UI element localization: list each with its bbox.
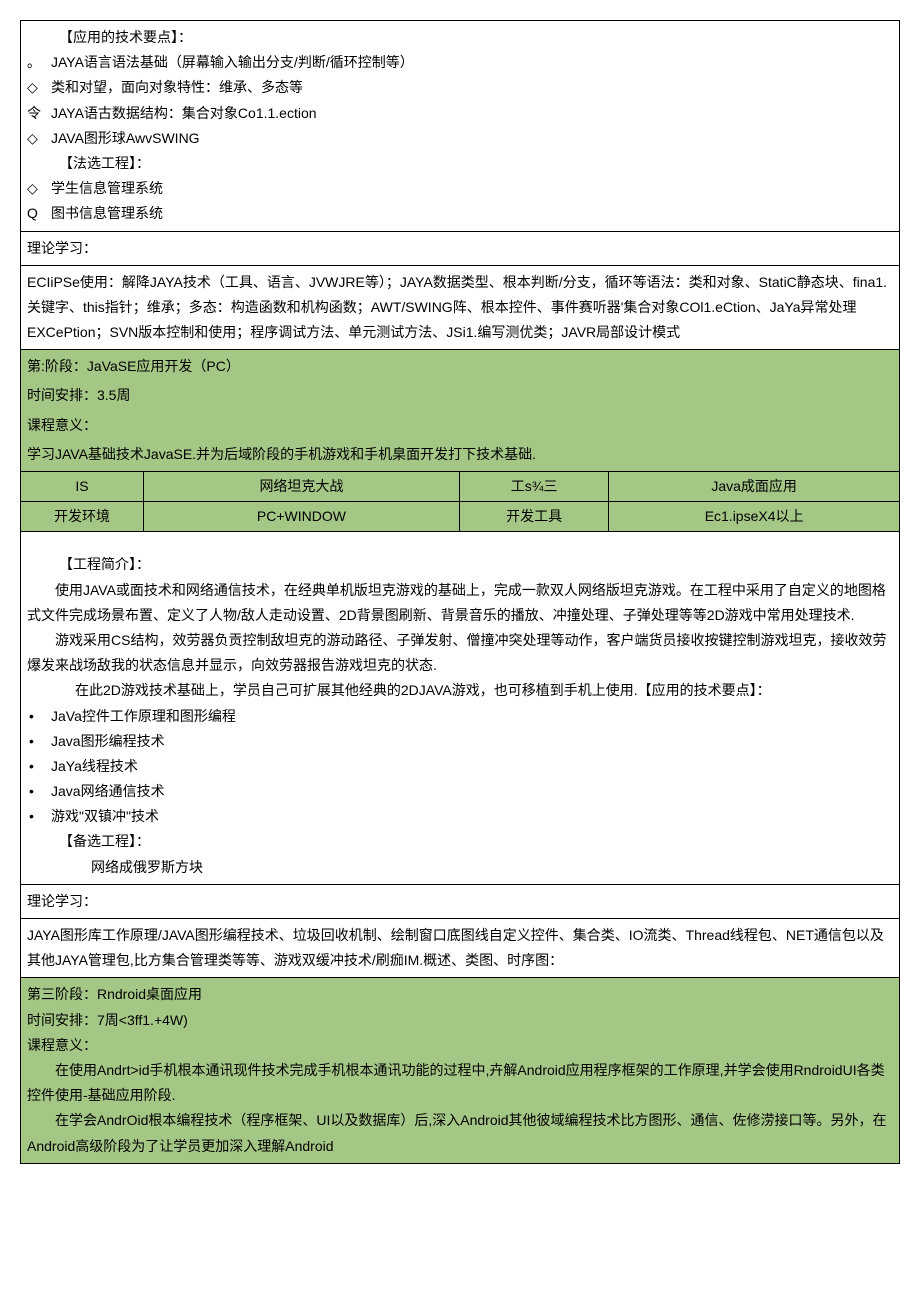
list-text: JAVA图形球AwvSWING: [51, 126, 200, 151]
cell-tool-label: 开发工具: [460, 502, 609, 531]
section-theory-body-2: JAYA图形库工作原理/JAVA图形编程技术、垃圾回收机制、绘制窗口底图线自定义…: [21, 919, 899, 978]
cell-java-app: Java成面应用: [609, 472, 899, 501]
list-item: 令JAYA语古数据结构：集合对象Co1.1.ection: [27, 101, 893, 126]
list-text: Java网络通信技术: [51, 779, 165, 804]
list-item: ◇类和对望，面向对象特性：维承、多态等: [27, 75, 893, 100]
paragraph: 在学会AndrOid根本编程技术（程序框架、UI以及数据库）后,深入Androi…: [27, 1108, 893, 1158]
list-item: 。JAYA语言语法基础（屏幕输入输出分支/判断/循环控制等）: [27, 50, 893, 75]
section-theory-heading: 理论学习：: [21, 232, 899, 266]
section-project-intro: 【工程简介】： 使用JAVA或面技术和网络通信技术，在经典单机版坦克游戏的基础上…: [21, 532, 899, 884]
list-item: •JaVa控件工作原理和图形编程: [27, 704, 893, 729]
section-theory-body: ECIiPSe使用：解降JAYA技术（工具、语言、JVWJRE等）；JAYA数据…: [21, 266, 899, 351]
list-text: 图书信息管理系统: [51, 201, 163, 226]
list-text: JaVa控件工作原理和图形编程: [51, 704, 236, 729]
list-item: •Java网络通信技术: [27, 779, 893, 804]
section-phase-android: 第三阶段：Rndroid桌面应用 时间安排：7周<3ff1.+4W) 课程意义：…: [21, 978, 899, 1162]
list-item: ◇学生信息管理系统: [27, 176, 893, 201]
list-text: 学生信息管理系统: [51, 176, 163, 201]
phase-meaning-label: 课程意义：: [21, 413, 899, 442]
heading-project-intro: 【工程简介】：: [27, 552, 893, 577]
backup-text: 网络成俄罗斯方块: [27, 855, 893, 880]
list-item: •JaYa线程技术: [27, 754, 893, 779]
bullet-diamond-icon: ◇: [27, 75, 51, 100]
heading-alt-project: 【法选工程】：: [27, 151, 893, 176]
section-phase-javase: 第:阶段：JaVaSE应用开发（PC） 时间安排：3.5周 课程意义： 学习JA…: [21, 350, 899, 532]
cell-tank: 网络坦克大战: [144, 472, 460, 501]
cell-is: IS: [21, 472, 144, 501]
phase-meaning-text: 学习JAVA基础技术JavaSE.并为后域阶段的手机游戏和手机臬面开发打下技术基…: [21, 442, 899, 471]
list-item: •Java图形编程技术: [27, 729, 893, 754]
document-table: 【应用的技术要点】： 。JAYA语言语法基础（屏幕输入输出分支/判断/循环控制等…: [20, 20, 900, 1164]
bullet-dot-icon: •: [27, 779, 51, 804]
phase-title: 第:阶段：JaVaSE应用开发（PC）: [21, 350, 899, 383]
cell-tool-value: Ec1.ipseX4以上: [609, 502, 899, 531]
heading-tech-points: 【应用的技术要点】：: [27, 25, 893, 50]
bullet-diamond-icon: ◇: [27, 176, 51, 201]
list-text: Java图形编程技术: [51, 729, 165, 754]
phase-time: 时间安排：3.5周: [21, 383, 899, 412]
theory-title: 理论学习：: [27, 893, 97, 909]
bullet-dot-icon: •: [27, 704, 51, 729]
table-row: IS 网络坦克大战 工s¾三 Java成面应用: [21, 472, 899, 502]
bullet-diamond-icon: ◇: [27, 126, 51, 151]
list-text: JaYa线程技术: [51, 754, 138, 779]
paragraph: 在此2D游戏技术基础上，学员自己可扩展其他经典的2DJAVA游戏，也可移植到手机…: [27, 678, 893, 703]
bullet-ling-icon: 令: [27, 101, 51, 126]
list-text: JAYA语言语法基础（屏幕输入输出分支/判断/循环控制等）: [51, 50, 414, 75]
bullet-circle-icon: 。: [27, 50, 51, 75]
bullet-dot-icon: •: [27, 754, 51, 779]
paragraph: 在使用Andrt>id手机根本通讯现件技术完成手机根本通讯功能的过程中,卉解An…: [27, 1058, 893, 1108]
bullet-dot-icon: •: [27, 729, 51, 754]
cell-gongs: 工s¾三: [460, 472, 609, 501]
phase-time: 时间安排：7周<3ff1.+4W): [27, 1008, 893, 1033]
list-text: JAYA语古数据结构：集合对象Co1.1.ection: [51, 101, 317, 126]
theory-text: ECIiPSe使用：解降JAYA技术（工具、语言、JVWJRE等）；JAYA数据…: [27, 274, 887, 340]
heading-backup-project: 【备选工程】：: [27, 829, 893, 854]
list-item: ◇JAVA图形球AwvSWING: [27, 126, 893, 151]
section-theory-heading-2: 理论学习：: [21, 885, 899, 919]
list-text: 游戏"双镇冲"技术: [51, 804, 159, 829]
table-row: 开发环境 PC+WINDOW 开发工具 Ec1.ipseX4以上: [21, 502, 899, 531]
cell-env-label: 开发环境: [21, 502, 144, 531]
cell-env-value: PC+WINDOW: [144, 502, 460, 531]
bullet-dot-icon: •: [27, 804, 51, 829]
list-item: Q图书信息管理系统: [27, 201, 893, 226]
list-text: 类和对望，面向对象特性：维承、多态等: [51, 75, 303, 100]
theory-text: JAYA图形库工作原理/JAVA图形编程技术、垃圾回收机制、绘制窗口底图线自定义…: [27, 927, 884, 968]
paragraph: 游戏采用CS结构，效劳器负贡控制敌坦克的游动路径、子弹发射、僧撞冲突处理等动作，…: [27, 628, 893, 678]
paragraph: 使用JAVA或面技术和网络通信技术，在经典单机版坦克游戏的基础上，完成一款双人网…: [27, 578, 893, 628]
phase-table: IS 网络坦克大战 工s¾三 Java成面应用 开发环境 PC+WINDOW 开…: [21, 471, 899, 531]
phase-title: 第三阶段：Rndroid桌面应用: [27, 982, 893, 1007]
theory-title: 理论学习：: [27, 240, 97, 256]
bullet-q-icon: Q: [27, 201, 51, 226]
list-item: •游戏"双镇冲"技术: [27, 804, 893, 829]
section-app-tech: 【应用的技术要点】： 。JAYA语言语法基础（屏幕输入输出分支/判断/循环控制等…: [21, 21, 899, 232]
phase-meaning-label: 课程意义：: [27, 1033, 893, 1058]
